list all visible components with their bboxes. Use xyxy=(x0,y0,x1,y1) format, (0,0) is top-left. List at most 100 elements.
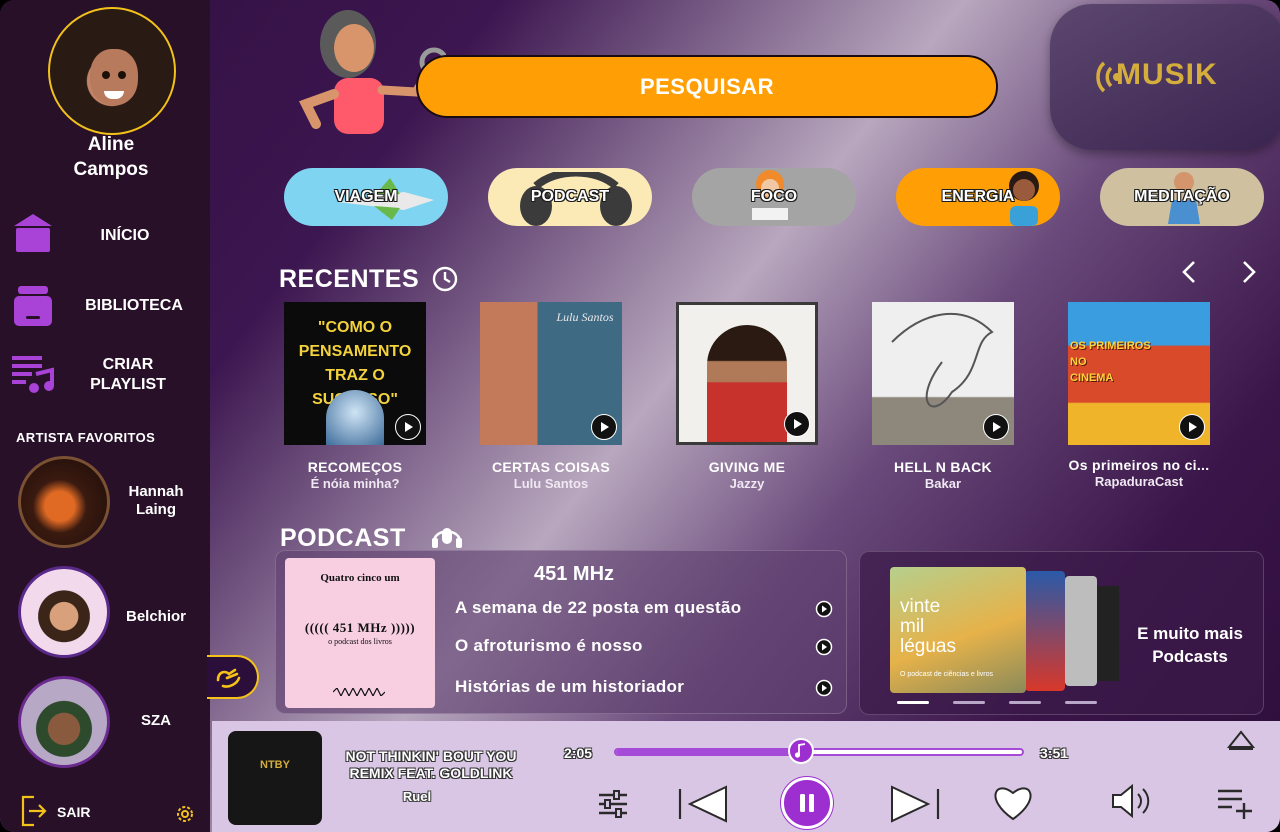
card-subtitle: É nóia minha? xyxy=(310,476,400,491)
user-avatar[interactable] xyxy=(48,7,176,135)
recent-card[interactable]: HELL N BACK Bakar xyxy=(872,302,1014,491)
podcast-cover-subtitle: O podcast de ciências e livros xyxy=(900,671,993,678)
recent-section-title: RECENTES xyxy=(279,265,420,293)
card-subtitle: RapaduraCast xyxy=(1094,474,1184,489)
brand-logo: MUSIK xyxy=(1050,4,1280,150)
music-note-icon xyxy=(794,743,805,758)
search-label: PESQUISAR xyxy=(639,73,775,99)
carousel-dot[interactable] xyxy=(1009,701,1041,704)
podcast-cover[interactable]: vinte mil léguas O podcast de ciências e… xyxy=(890,567,1026,693)
category-label: FOCO xyxy=(750,188,798,205)
cover-text: NTBY xyxy=(260,759,290,771)
play-button[interactable] xyxy=(395,414,421,440)
nav-home-label: INÍCIO xyxy=(100,227,150,244)
podcast-section-title: PODCAST xyxy=(280,524,406,552)
pause-icon xyxy=(800,794,814,812)
total-duration: 3:51 xyxy=(1040,745,1069,761)
play-icon xyxy=(993,422,1001,432)
podcast-cover-title: vinte mil léguas xyxy=(900,596,956,657)
previous-track-icon[interactable] xyxy=(676,783,732,825)
progress-fill xyxy=(616,750,803,754)
now-playing-cover[interactable]: NTBY xyxy=(228,731,322,825)
play-button[interactable] xyxy=(591,414,617,440)
card-title: Os primeiros no ci... xyxy=(1068,457,1210,473)
carousel-prev-icon[interactable] xyxy=(1176,258,1204,286)
category-viagem[interactable]: VIAGEM xyxy=(284,168,448,226)
artist-name: SZA xyxy=(141,712,171,729)
recent-card[interactable]: "COMO O PENSAMENTO TRAZ O SUCESSO" RECOM… xyxy=(284,302,426,491)
favorite-artist[interactable]: SZA xyxy=(0,676,210,772)
category-label: MEDITAÇÃO xyxy=(1134,188,1230,205)
podcast-name: 451 MHz xyxy=(534,563,615,585)
artist-avatar xyxy=(18,676,110,768)
search-button[interactable]: PESQUISAR xyxy=(416,55,998,118)
volume-icon[interactable] xyxy=(1110,783,1154,819)
recent-card[interactable]: OS PRIMEIROS NO CINEMA Os primeiros no c… xyxy=(1068,302,1210,489)
recent-card[interactable]: Lulu Santos CERTAS COISAS Lulu Santos xyxy=(480,302,622,491)
pause-button[interactable] xyxy=(781,777,833,829)
category-podcast[interactable]: PODCAST xyxy=(488,168,652,226)
play-icon[interactable] xyxy=(815,679,833,697)
logout-label: SAIR xyxy=(57,804,91,820)
play-icon[interactable] xyxy=(815,638,833,656)
nav-library[interactable]: BIBLIOTECA xyxy=(0,280,210,328)
progress-bar[interactable] xyxy=(614,748,1024,756)
play-icon xyxy=(405,422,413,432)
podcast-cover-stack xyxy=(1065,576,1097,686)
progress-thumb[interactable] xyxy=(787,738,814,764)
cover-art xyxy=(326,390,384,445)
nav-create-playlist[interactable]: CRIAR PLAYLIST xyxy=(0,350,210,400)
favorite-artists-title: ARTISTA FAVORITOS xyxy=(16,430,156,445)
category-label: ENERGIA xyxy=(941,188,1015,205)
category-meditacao[interactable]: MEDITAÇÃO xyxy=(1100,168,1264,226)
song-title: NOT THINKIN' BOUT YOU REMIX FEAT. GOLDLI… xyxy=(345,748,517,781)
more-podcasts-panel: vinte mil léguas O podcast de ciências e… xyxy=(859,551,1264,715)
podcast-cover-stack xyxy=(1097,586,1119,681)
brand-name: MUSIK xyxy=(1116,58,1218,91)
heart-icon[interactable] xyxy=(990,781,1036,823)
carousel-dot[interactable] xyxy=(897,701,929,704)
equalizer-icon[interactable] xyxy=(596,787,630,821)
favorite-artist[interactable]: Belchior xyxy=(0,566,210,662)
sign-language-icon xyxy=(216,668,241,688)
card-title: HELL N BACK xyxy=(894,459,992,475)
recent-card[interactable]: GIVING ME Jazzy xyxy=(676,302,818,491)
artist-name: Hannah Laing xyxy=(128,483,184,518)
queue-add-icon[interactable] xyxy=(1216,787,1256,819)
expand-up-icon[interactable] xyxy=(1226,728,1256,750)
episode-item[interactable]: Histórias de um historiador xyxy=(455,675,835,699)
podcast-cover-stack xyxy=(1025,571,1065,691)
podcast-cover[interactable]: Quatro cinco um ((((( 451 MHz ))))) o po… xyxy=(285,558,435,708)
play-button[interactable] xyxy=(983,414,1009,440)
next-track-icon[interactable] xyxy=(886,783,942,825)
episode-item[interactable]: O afroturismo é nosso xyxy=(455,634,835,658)
avatar-eye xyxy=(102,71,110,79)
wave-decoration xyxy=(333,688,385,696)
accessibility-sign-language-button[interactable] xyxy=(207,655,259,699)
podcast-cover-title: ((((( 451 MHz ))))) xyxy=(304,620,416,635)
play-button[interactable] xyxy=(784,411,810,437)
favorite-artist[interactable]: Hannah Laing xyxy=(0,456,210,552)
play-button[interactable] xyxy=(1179,414,1205,440)
nav-home[interactable]: INÍCIO xyxy=(0,208,210,254)
play-icon[interactable] xyxy=(815,600,833,618)
card-subtitle: Jazzy xyxy=(729,476,765,491)
logout-button[interactable]: SAIR xyxy=(20,795,160,827)
card-subtitle: Lulu Santos xyxy=(513,476,589,491)
episode-item[interactable]: A semana de 22 posta em questão xyxy=(455,596,835,620)
settings-gear-icon[interactable] xyxy=(174,803,196,825)
carousel-dot[interactable] xyxy=(1065,701,1097,704)
category-energia[interactable]: ENERGIA xyxy=(896,168,1060,226)
carousel-dot[interactable] xyxy=(953,701,985,704)
cover-text: OS PRIMEIROS NO CINEMA xyxy=(1070,340,1151,384)
library-icon xyxy=(14,286,52,326)
more-podcasts-link[interactable]: E muito mais Podcasts xyxy=(1122,622,1258,668)
cover-text: Lulu Santos xyxy=(556,310,614,324)
carousel-next-icon[interactable] xyxy=(1234,258,1262,286)
category-foco[interactable]: FOCO xyxy=(692,168,856,226)
podcast-cover-top: Quatro cinco um xyxy=(320,572,400,584)
album-cover xyxy=(676,302,818,445)
user-name: Aline Campos xyxy=(73,134,149,180)
card-title: GIVING ME xyxy=(708,459,786,475)
album-cover: OS PRIMEIROS NO CINEMA xyxy=(1068,302,1210,445)
